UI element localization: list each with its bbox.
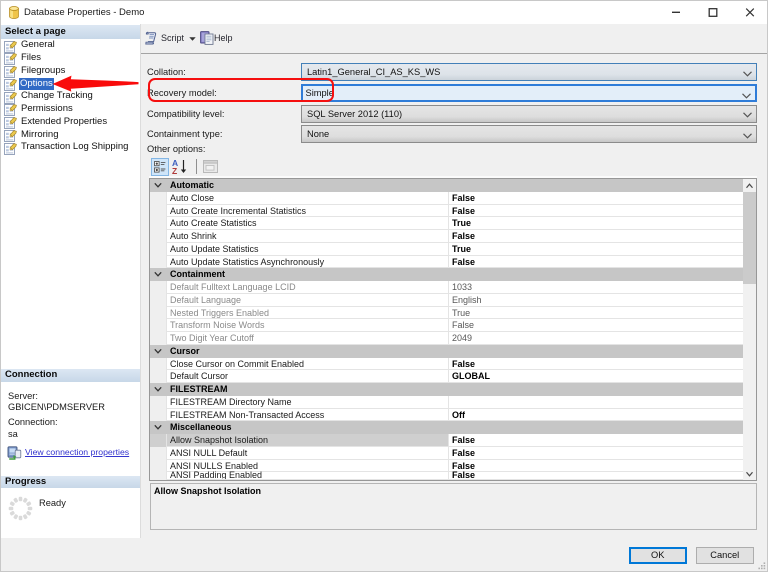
svg-text:Z: Z	[172, 166, 177, 175]
